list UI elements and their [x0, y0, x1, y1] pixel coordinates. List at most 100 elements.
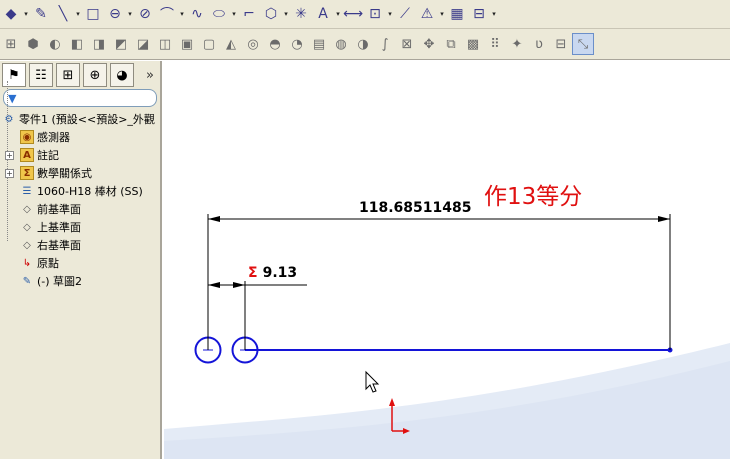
dropdown-arrow-icon[interactable]: ▾	[178, 3, 186, 25]
view-icon[interactable]: ⊞	[0, 33, 22, 55]
right-plane-icon: ◇	[23, 239, 31, 251]
polygon-icon[interactable]: ⬡	[260, 3, 282, 25]
dropdown-arrow-icon[interactable]: ▾	[74, 3, 82, 25]
dimxpert-tab-icon[interactable]: ⊕	[83, 63, 107, 87]
ellipse-icon[interactable]: ⬭	[208, 3, 230, 25]
warning-icon[interactable]: ⚠	[416, 3, 438, 25]
rib-icon[interactable]: ▣	[176, 33, 198, 55]
tree-item[interactable]: ☰ 1060-H18 棒材 (SS)	[2, 182, 160, 200]
display-manager-tab-icon[interactable]: ◕	[110, 63, 134, 87]
panel-tabs: ⚑ ☷ ⊞ ⊕ ◕ »	[0, 61, 160, 89]
hole-icon[interactable]: ◎	[242, 33, 264, 55]
dropdown-arrow-icon[interactable]: ▾	[126, 3, 134, 25]
revolve-icon[interactable]: ◐	[44, 33, 66, 55]
chamfer-icon[interactable]: ◫	[154, 33, 176, 55]
line-icon[interactable]: ╲	[52, 3, 74, 25]
spline-icon[interactable]: ∿	[186, 3, 208, 25]
feature-manager-tab-icon[interactable]: ⚑	[2, 63, 26, 87]
front-plane-icon: ◇	[23, 203, 31, 215]
mirror-feature-icon[interactable]: ◑	[352, 33, 374, 55]
loft-icon[interactable]: ◨	[88, 33, 110, 55]
arc-icon[interactable]: ⌒	[156, 3, 178, 25]
dropdown-arrow-icon[interactable]: ▾	[438, 3, 446, 25]
sketch-icon[interactable]: ✎	[30, 3, 52, 25]
fillet-feature-icon[interactable]: ◪	[132, 33, 154, 55]
grid-icon[interactable]: ⠿	[484, 33, 506, 55]
tree-item[interactable]: ⚙ 零件1 (預設<<預設>_外觀	[2, 110, 160, 128]
equal-division-note: 作13等分	[484, 184, 583, 210]
instant3d-icon[interactable]: ⤡	[572, 33, 594, 55]
tree-item-label: 原點	[37, 257, 59, 270]
tree-item-label: 1060-H18 棒材 (SS)	[37, 185, 143, 198]
expand-icon[interactable]: +	[5, 150, 14, 160]
linear-pattern-icon[interactable]: ▤	[308, 33, 330, 55]
mouse-cursor-icon	[365, 370, 380, 393]
property-manager-tab-icon[interactable]: ☷	[29, 63, 53, 87]
dropdown-arrow-icon[interactable]: ▾	[230, 3, 238, 25]
fillet-icon[interactable]: ⌐	[238, 3, 260, 25]
tree-item-label: 前基準面	[37, 203, 81, 216]
section-icon[interactable]: ⊟	[550, 33, 572, 55]
trim-icon[interactable]: ⟋	[394, 3, 416, 25]
part-icon: ⚙	[4, 113, 14, 125]
dim-small-value: 9.13	[262, 265, 298, 281]
pattern-icon[interactable]: ▦	[446, 3, 468, 25]
smart-dimension-icon[interactable]: ◆	[0, 3, 22, 25]
tree-item-label: 零件1 (預設<<預設>_外觀	[19, 113, 155, 126]
dropdown-arrow-icon[interactable]: ▾	[490, 3, 498, 25]
dim-total-arrow-right	[658, 216, 670, 222]
offset-icon[interactable]: ⊡	[364, 3, 386, 25]
tree-item[interactable]: ✎ (-) 草圖2	[2, 272, 160, 290]
dim-total-arrow-left	[208, 216, 220, 222]
draft-icon[interactable]: ◭	[220, 33, 242, 55]
dim-small-value-group[interactable]: Σ 9.13	[248, 265, 297, 281]
cut-icon[interactable]: ◩	[110, 33, 132, 55]
feature-filter-input[interactable]: ▼	[3, 89, 157, 107]
reference-icon[interactable]: ⊠	[396, 33, 418, 55]
tree-item[interactable]: ◇ 上基準面	[2, 218, 160, 236]
expand-icon[interactable]: +	[5, 168, 14, 178]
star-icon[interactable]: ✦	[506, 33, 528, 55]
point-icon[interactable]: ✳	[290, 3, 312, 25]
shell-icon[interactable]: ▢	[198, 33, 220, 55]
extrude-icon[interactable]: ⬢	[22, 33, 44, 55]
dim-total-value[interactable]: 118.68511485	[359, 200, 471, 216]
tree-item-label: 註記	[37, 149, 59, 162]
dropdown-arrow-icon[interactable]: ▾	[334, 3, 342, 25]
split-icon[interactable]: ⧉	[440, 33, 462, 55]
dome-icon[interactable]: ◓	[264, 33, 286, 55]
more-tabs-button[interactable]: »	[146, 68, 154, 83]
circle-icon[interactable]: ⊘	[134, 3, 156, 25]
dropdown-arrow-icon[interactable]: ▾	[282, 3, 290, 25]
circular-pattern-icon[interactable]: ◍	[330, 33, 352, 55]
graphics-area[interactable]: 118.68511485 Σ 9.13 作13等分	[164, 61, 730, 459]
combine-icon[interactable]: ▩	[462, 33, 484, 55]
tree-item[interactable]: ◇ 前基準面	[2, 200, 160, 218]
origin-icon: ↳	[22, 257, 32, 269]
tree-item[interactable]: ◉ 感測器	[2, 128, 160, 146]
mirror-icon[interactable]: ⟷	[342, 3, 364, 25]
sweep-icon[interactable]: ◧	[66, 33, 88, 55]
slot-icon[interactable]: ⊖	[104, 3, 126, 25]
curve-icon[interactable]: ∫	[374, 33, 396, 55]
relations-icon[interactable]: ⊟	[468, 3, 490, 25]
tree-item[interactable]: ◇ 右基準面	[2, 236, 160, 254]
top-plane-icon: ◇	[23, 221, 31, 233]
dropdown-arrow-icon[interactable]: ▾	[22, 3, 30, 25]
tree-item[interactable]: ↳ 原點	[2, 254, 160, 272]
wrap-icon[interactable]: ◔	[286, 33, 308, 55]
dropdown-arrow-icon[interactable]: ▾	[386, 3, 394, 25]
tree-item-label: 上基準面	[37, 221, 81, 234]
rectangle-icon[interactable]: □	[82, 3, 104, 25]
tree-item[interactable]: + Σ 數學關係式	[2, 164, 160, 182]
helix-icon[interactable]: ʋ	[528, 33, 550, 55]
configuration-manager-tab-icon[interactable]: ⊞	[56, 63, 80, 87]
text-icon[interactable]: A	[312, 3, 334, 25]
tree-item-label: 右基準面	[37, 239, 81, 252]
tree-item-label: 數學關係式	[37, 167, 92, 180]
sketch-feature-icon: ✎	[22, 275, 32, 287]
move-icon[interactable]: ✥	[418, 33, 440, 55]
equation-sigma-icon: Σ	[248, 265, 258, 281]
annotations-folder-icon: A	[20, 148, 34, 162]
tree-item[interactable]: + A 註記	[2, 146, 160, 164]
